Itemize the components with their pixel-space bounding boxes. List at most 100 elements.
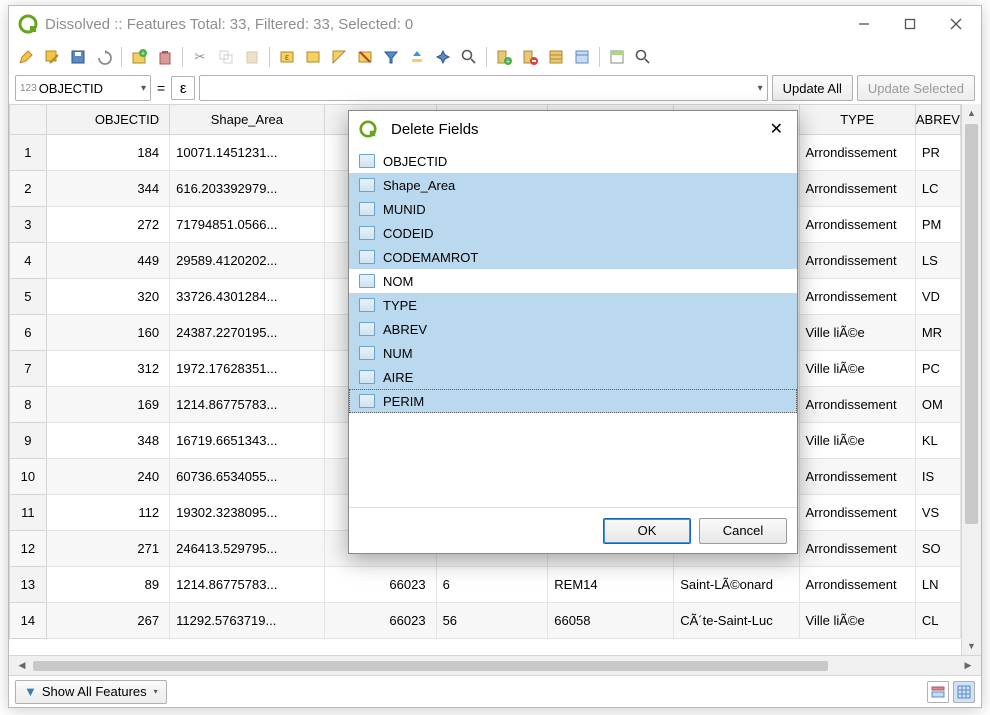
pan-to-selected-icon[interactable] [432,46,454,68]
cell[interactable]: 240 [46,459,169,495]
cell[interactable]: Arrondissement [799,207,915,243]
cell[interactable]: OM [915,387,960,423]
cell[interactable]: 19302.3238095... [170,495,324,531]
row-header[interactable]: 14 [10,603,47,639]
paste-icon[interactable] [241,46,263,68]
expression-builder-button[interactable]: ε [171,76,195,100]
cell[interactable]: IS [915,459,960,495]
column-header[interactable]: OBJECTID [46,105,169,135]
cell[interactable]: 10071.1451231... [170,135,324,171]
field-item[interactable]: NUM [349,341,797,365]
cell[interactable]: 616.203392979... [170,171,324,207]
column-header[interactable]: TYPE [799,105,915,135]
cell[interactable]: 16719.6651343... [170,423,324,459]
cell[interactable]: 6 [436,567,548,603]
reload-icon[interactable] [93,46,115,68]
cell[interactable]: 33726.4301284... [170,279,324,315]
cell[interactable]: 169 [46,387,169,423]
cell[interactable]: 89 [46,567,169,603]
scrollbar-thumb[interactable] [33,661,828,671]
scroll-down-icon[interactable]: ▼ [962,637,981,655]
select-all-icon[interactable] [302,46,324,68]
deselect-icon[interactable] [354,46,376,68]
cell[interactable]: 66023 [324,567,436,603]
field-item[interactable]: NOM [349,269,797,293]
cell[interactable]: 267 [46,603,169,639]
cell[interactable]: 60736.6534055... [170,459,324,495]
move-top-icon[interactable] [406,46,428,68]
row-header[interactable]: 7 [10,351,47,387]
field-item[interactable]: CODEID [349,221,797,245]
zoom-to-selected-icon[interactable] [458,46,480,68]
field-picker[interactable]: 123 OBJECTID ▾ [15,75,151,101]
cell[interactable]: PM [915,207,960,243]
cell[interactable]: 24387.2270195... [170,315,324,351]
cell[interactable]: Ville liÃ©e [799,315,915,351]
cell[interactable]: 1214.86775783... [170,567,324,603]
cell[interactable]: 66023 [324,603,436,639]
minimize-button[interactable] [841,8,887,40]
cell[interactable]: Ville liÃ©e [799,603,915,639]
cell[interactable]: Arrondissement [799,243,915,279]
actions-icon[interactable] [632,46,654,68]
maximize-button[interactable] [887,8,933,40]
copy-icon[interactable] [215,46,237,68]
field-item[interactable]: AIRE [349,365,797,389]
field-item[interactable]: Shape_Area [349,173,797,197]
cell[interactable]: 320 [46,279,169,315]
dialog-close-button[interactable]: ✕ [764,117,789,141]
vertical-scrollbar[interactable]: ▲ ▼ [961,104,981,655]
cell[interactable]: Arrondissement [799,531,915,567]
field-calculator-icon[interactable] [571,46,593,68]
cell[interactable]: 71794851.0566... [170,207,324,243]
cell[interactable]: Arrondissement [799,459,915,495]
expression-input[interactable]: ▾ [199,75,767,101]
scroll-left-icon[interactable]: ◀ [13,660,31,671]
close-button[interactable] [933,8,979,40]
corner-cell[interactable] [10,105,47,135]
cell[interactable]: CL [915,603,960,639]
cell[interactable]: Ville liÃ©e [799,423,915,459]
update-all-button[interactable]: Update All [772,75,853,101]
cell[interactable]: 160 [46,315,169,351]
form-view-button[interactable] [927,681,949,703]
show-all-features-button[interactable]: ▼ Show All Features ▾ [15,680,167,704]
row-header[interactable]: 13 [10,567,47,603]
cell[interactable]: Arrondissement [799,387,915,423]
select-expression-icon[interactable]: ε [276,46,298,68]
cell[interactable]: PR [915,135,960,171]
cell[interactable]: Arrondissement [799,171,915,207]
table-row[interactable]: 13891214.86775783...660236REM14Saint-LÃ©… [10,567,961,603]
cell[interactable]: 1972.17628351... [170,351,324,387]
multi-edit-icon[interactable] [41,46,63,68]
field-item[interactable]: OBJECTID [349,149,797,173]
field-item[interactable]: TYPE [349,293,797,317]
column-header[interactable]: Shape_Area [170,105,324,135]
field-item[interactable]: CODEMAMROT [349,245,797,269]
cell[interactable]: LS [915,243,960,279]
horizontal-scrollbar[interactable]: ◀ ▶ [9,655,981,675]
cell[interactable]: 246413.529795... [170,531,324,567]
row-header[interactable]: 8 [10,387,47,423]
cell[interactable]: 271 [46,531,169,567]
row-header[interactable]: 5 [10,279,47,315]
table-view-button[interactable] [953,681,975,703]
cell[interactable]: 112 [46,495,169,531]
row-header[interactable]: 6 [10,315,47,351]
cell[interactable]: KL [915,423,960,459]
cell[interactable]: LN [915,567,960,603]
row-header[interactable]: 10 [10,459,47,495]
new-field-icon[interactable]: + [493,46,515,68]
cell[interactable]: Arrondissement [799,567,915,603]
scrollbar-thumb[interactable] [965,124,978,524]
row-header[interactable]: 11 [10,495,47,531]
cell[interactable]: 272 [46,207,169,243]
cell[interactable]: VD [915,279,960,315]
row-header[interactable]: 12 [10,531,47,567]
cell[interactable]: VS [915,495,960,531]
add-feature-icon[interactable]: + [128,46,150,68]
field-item[interactable]: MUNID [349,197,797,221]
cell[interactable]: Saint-LÃ©onard [674,567,799,603]
invert-selection-icon[interactable] [328,46,350,68]
cancel-button[interactable]: Cancel [699,518,787,544]
